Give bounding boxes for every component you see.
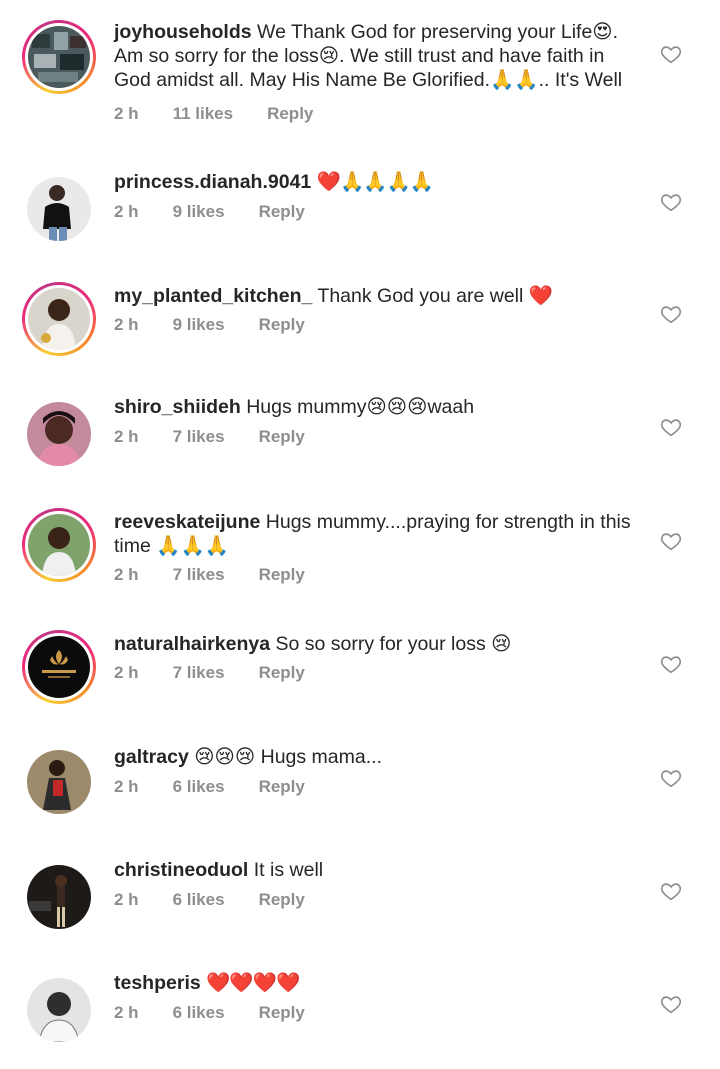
avatar-image <box>28 288 90 350</box>
comment-username[interactable]: joyhouseholds <box>114 21 252 43</box>
reply-button[interactable]: Reply <box>259 315 305 335</box>
comment-body: Hugs mummy😢😢😢waah <box>246 396 475 418</box>
comment-likes[interactable]: 9 likes <box>173 202 225 222</box>
heart-icon[interactable] <box>660 767 682 789</box>
reply-button[interactable]: Reply <box>259 565 305 585</box>
comment-username[interactable]: my_planted_kitchen_ <box>114 285 312 307</box>
heart-icon[interactable] <box>660 303 682 325</box>
avatar[interactable] <box>22 282 96 356</box>
comment-likes[interactable]: 7 likes <box>173 427 225 447</box>
comment-time: 2 h <box>114 315 139 334</box>
comment-list: joyhouseholds We Thank God for preservin… <box>0 0 720 1069</box>
reply-button[interactable]: Reply <box>259 1003 305 1023</box>
comment-time: 2 h <box>114 104 139 123</box>
avatar-image <box>27 750 91 814</box>
comment-body: ❤️🙏🙏🙏🙏 <box>316 171 434 193</box>
avatar[interactable] <box>22 860 96 934</box>
comment-body: ❤️❤️❤️❤️ <box>206 972 300 994</box>
reply-button[interactable]: Reply <box>259 202 305 222</box>
comment-time: 2 h <box>114 202 139 221</box>
comment-likes[interactable]: 11 likes <box>173 104 234 124</box>
reply-button[interactable]: Reply <box>259 890 305 910</box>
comment-username[interactable]: shiro_shiideh <box>114 396 241 418</box>
heart-icon[interactable] <box>660 880 682 902</box>
avatar[interactable] <box>22 508 96 582</box>
avatar[interactable] <box>22 630 96 704</box>
comment-time: 2 h <box>114 777 139 796</box>
reply-button[interactable]: Reply <box>267 104 313 124</box>
comment-username[interactable]: naturalhairkenya <box>114 633 270 655</box>
comment-time: 2 h <box>114 890 139 909</box>
heart-icon[interactable] <box>660 416 682 438</box>
comment-body: So so sorry for your loss 😢 <box>275 633 512 655</box>
avatar[interactable] <box>22 172 96 246</box>
heart-icon[interactable] <box>660 43 682 65</box>
comment-username[interactable]: princess.dianah.9041 <box>114 171 311 193</box>
comment-likes[interactable]: 7 likes <box>173 565 225 585</box>
avatar-image <box>27 978 91 1042</box>
heart-icon[interactable] <box>660 191 682 213</box>
avatar-image <box>27 402 91 466</box>
comment-time: 2 h <box>114 427 139 446</box>
comment-likes[interactable]: 6 likes <box>173 777 225 797</box>
reply-button[interactable]: Reply <box>259 663 305 683</box>
comment-body: Thank God you are well ❤️ <box>317 285 554 307</box>
comment-username[interactable]: teshperis <box>114 972 201 994</box>
avatar-image <box>27 865 91 929</box>
comment-likes[interactable]: 6 likes <box>173 890 225 910</box>
avatar-image <box>28 26 90 88</box>
comment-time: 2 h <box>114 663 139 682</box>
heart-icon[interactable] <box>660 530 682 552</box>
avatar[interactable] <box>22 745 96 819</box>
comment-username[interactable]: galtracy <box>114 746 189 768</box>
comment-username[interactable]: reeveskateijune <box>114 511 260 533</box>
comment-likes[interactable]: 9 likes <box>173 315 225 335</box>
reply-button[interactable]: Reply <box>259 427 305 447</box>
reply-button[interactable]: Reply <box>259 777 305 797</box>
comment-time: 2 h <box>114 1003 139 1022</box>
avatar[interactable] <box>22 20 96 94</box>
comment-time: 2 h <box>114 565 139 584</box>
avatar-image <box>27 177 91 241</box>
comment-likes[interactable]: 7 likes <box>173 663 225 683</box>
heart-icon[interactable] <box>660 993 682 1015</box>
avatar[interactable] <box>22 973 96 1047</box>
comment-likes[interactable]: 6 likes <box>173 1003 225 1023</box>
avatar-image <box>28 514 90 576</box>
avatar[interactable] <box>22 397 96 471</box>
heart-icon[interactable] <box>660 653 682 675</box>
comment-username[interactable]: christineoduol <box>114 859 248 881</box>
comment-body: 😢😢😢 Hugs mama... <box>194 746 382 768</box>
comment-body: It is well <box>253 859 324 881</box>
avatar-image <box>28 636 90 698</box>
